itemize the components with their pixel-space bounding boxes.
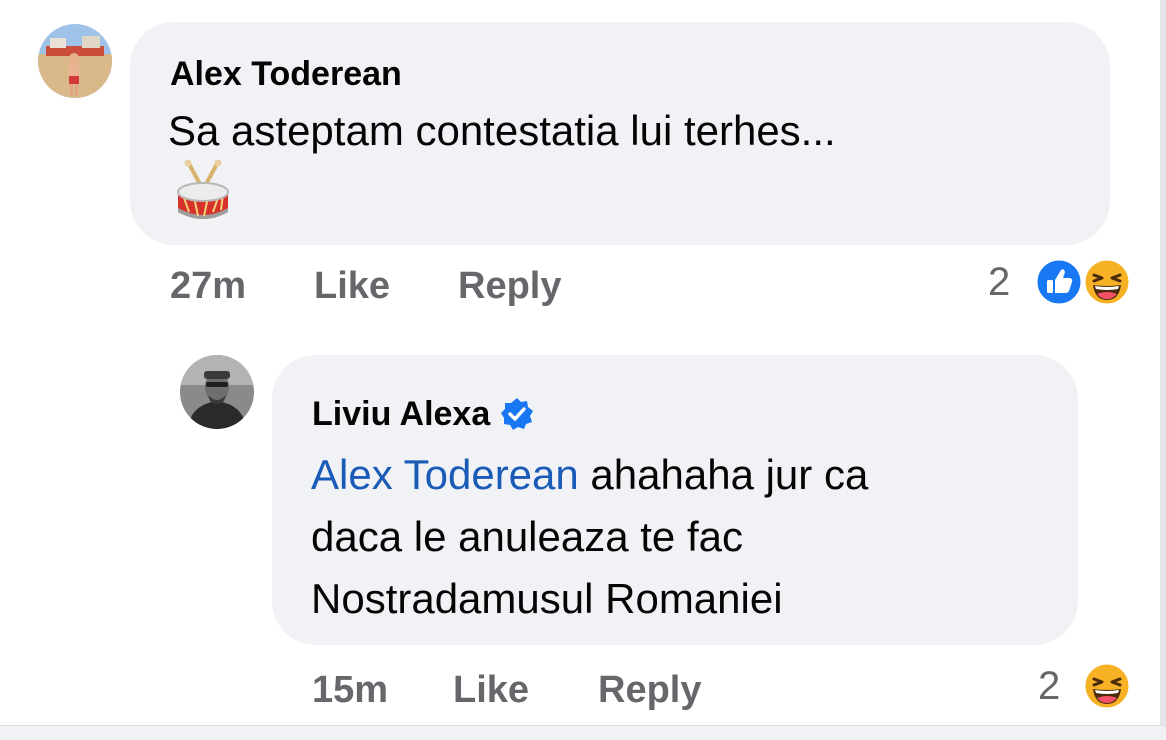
comment-timestamp[interactable]: 27m [170,264,246,308]
reaction-count[interactable]: 2 [988,260,1010,304]
reaction-count[interactable]: 2 [1038,664,1060,708]
mention-link[interactable]: Alex Toderean [311,451,579,498]
comment-text-line: Nostradamusul Romaniei [311,575,783,622]
reply-button[interactable]: Reply [598,668,701,712]
avatar-photo-portrait [180,355,254,429]
comment-text: Alex Toderean ahahaha jur ca daca le anu… [311,444,868,630]
comment-author[interactable]: Liviu Alexa [312,394,490,434]
haha-icon [1082,661,1132,711]
avatar[interactable] [180,355,254,429]
like-button[interactable]: Like [314,264,390,308]
comment-text-line: daca le anuleaza te fac [311,513,743,560]
comment-text-fragment: ahahaha jur ca [578,451,869,498]
like-icon [1034,257,1084,307]
bottom-divider [0,725,1166,740]
page-edge [1160,0,1166,740]
like-button[interactable]: Like [453,668,529,712]
comment-text: Sa asteptam contestatia lui terhes... [168,107,836,154]
reply-button[interactable]: Reply [458,264,561,308]
comment-timestamp[interactable]: 15m [312,668,388,712]
haha-icon [1082,257,1132,307]
comment-text-line: Alex Toderean ahahaha jur ca [311,444,868,506]
avatar[interactable] [38,24,112,98]
verified-badge-icon [500,397,534,431]
comment-author[interactable]: Alex Toderean [170,54,402,94]
comment-author-row: Liviu Alexa [312,394,534,434]
avatar-photo-beach [38,24,112,98]
drum-icon [174,159,232,224]
